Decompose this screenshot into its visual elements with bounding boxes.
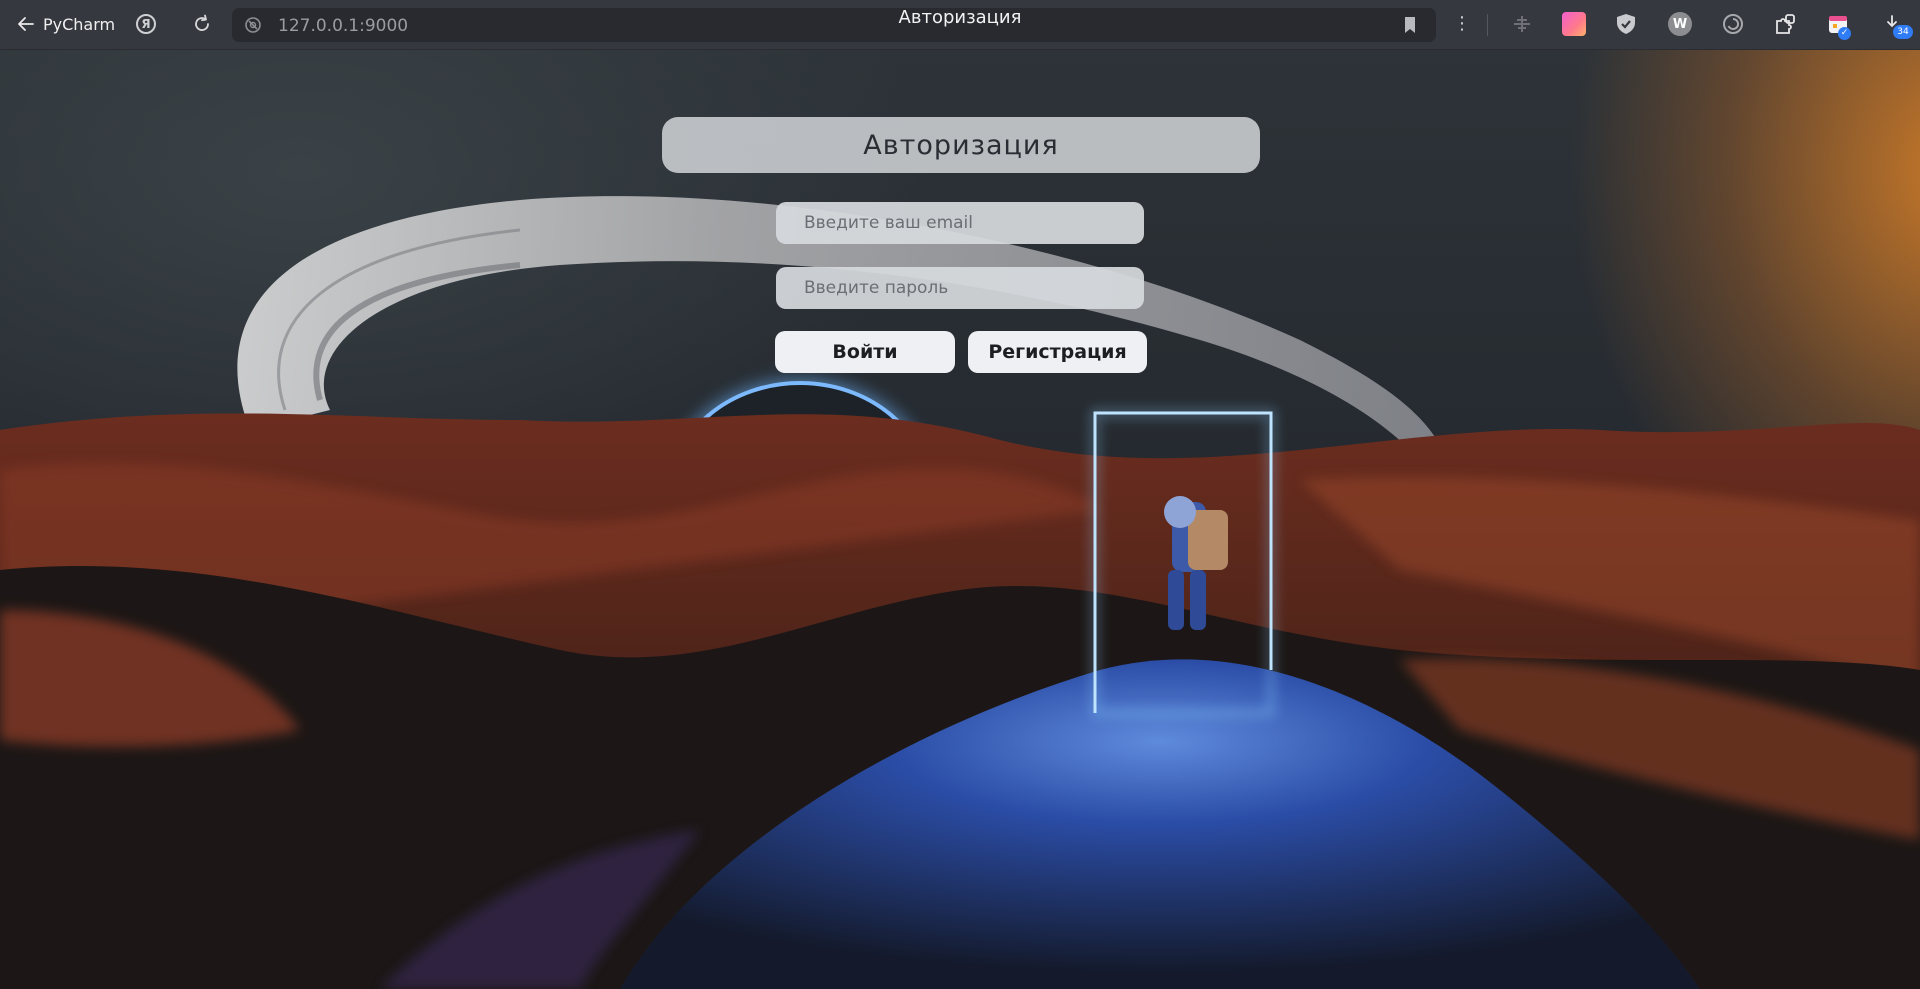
extension-translate-icon[interactable] <box>1510 12 1534 36</box>
auth-title-banner: Авторизация <box>662 117 1260 173</box>
kebab-menu-icon[interactable]: ⋮ <box>1450 12 1474 36</box>
extension-shield-icon[interactable] <box>1614 12 1638 36</box>
register-button[interactable]: Регистрация <box>968 331 1147 373</box>
extension-puzzle-icon[interactable] <box>1773 12 1797 36</box>
downloads-count-badge: 34 <box>1893 25 1913 39</box>
extension-w-icon[interactable]: W <box>1668 12 1692 36</box>
extension-spiral-icon[interactable] <box>1721 12 1745 36</box>
extension-gradient-icon[interactable] <box>1562 12 1586 36</box>
space-landscape-illustration <box>0 196 1920 989</box>
email-field[interactable] <box>776 202 1144 244</box>
toolbar-divider <box>1487 14 1488 36</box>
extension-verified-icon: ✓ <box>1838 27 1851 40</box>
login-button[interactable]: Войти <box>775 331 955 373</box>
password-field[interactable] <box>776 267 1144 309</box>
background-scene <box>0 50 1920 989</box>
browser-toolbar: PyCharm Я 127.0.0.1:9000 Авторизация ⋮ W… <box>0 0 1920 50</box>
